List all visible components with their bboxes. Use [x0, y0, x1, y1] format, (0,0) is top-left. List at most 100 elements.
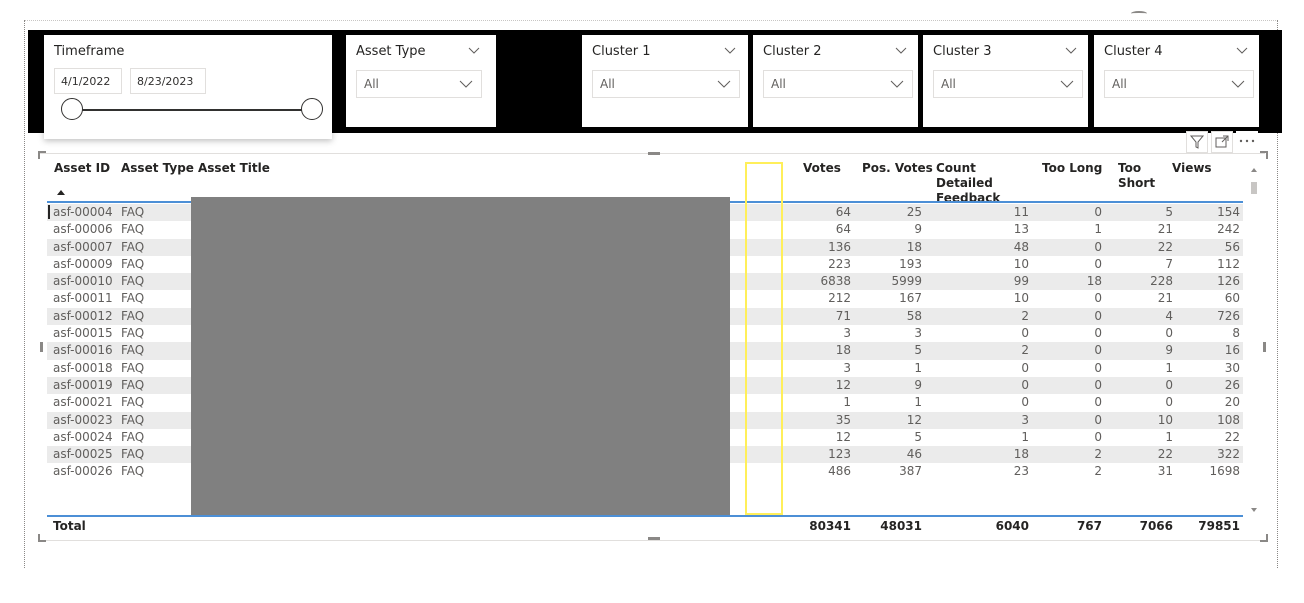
column-header-votes[interactable]: Votes	[803, 161, 841, 176]
cluster-4-slicer: Cluster 4 All	[1094, 35, 1259, 127]
asset-type-cell: FAQ	[121, 395, 145, 410]
too-short-cell: 1	[1165, 360, 1173, 375]
votes-cell: 18	[835, 343, 851, 358]
asset-type-cell: FAQ	[121, 308, 145, 323]
column-header-count-detailed-feedback[interactable]: Count Detailed Feedback	[936, 161, 1036, 206]
too-short-cell: 1	[1165, 429, 1173, 444]
cluster-2-dropdown[interactable]: All	[763, 70, 913, 98]
count-detailed-feedback-cell: 2	[1021, 343, 1029, 358]
chevron-down-icon[interactable]	[1236, 45, 1248, 55]
pos-votes-cell: 1	[914, 360, 922, 375]
resize-corner[interactable]	[38, 151, 46, 159]
resize-corner[interactable]	[38, 534, 46, 542]
resize-handle-top[interactable]	[648, 152, 660, 155]
too-long-cell: 0	[1094, 205, 1102, 219]
column-header-pos-votes[interactable]: Pos. Votes	[862, 161, 933, 176]
votes-cell: 223	[828, 256, 851, 271]
cluster-3-dropdown[interactable]: All	[933, 70, 1083, 98]
timeframe-slicer: Timeframe 4/1/2022 8/23/2023	[44, 35, 332, 139]
count-detailed-feedback-cell: 11	[1013, 205, 1029, 219]
too-long-cell: 0	[1094, 343, 1102, 358]
resize-handle-bottom[interactable]	[648, 537, 660, 540]
views-cell: 1698	[1209, 464, 1240, 479]
scroll-down-icon[interactable]	[1251, 508, 1257, 512]
asset-type-cell: FAQ	[121, 256, 145, 271]
cluster-4-dropdown[interactable]: All	[1104, 70, 1254, 98]
start-date-input[interactable]: 4/1/2022	[54, 68, 122, 94]
asset-type-cell: FAQ	[121, 412, 145, 427]
too-short-cell: 22	[1157, 239, 1173, 254]
column-header-too-short[interactable]: Too Short	[1118, 161, 1155, 191]
resize-handle-left[interactable]	[40, 342, 43, 352]
asset-type-cell: FAQ	[121, 274, 145, 289]
asset-type-slicer: Asset Type All	[346, 35, 496, 127]
pos-votes-cell: 5	[914, 343, 922, 358]
column-header-views[interactable]: Views	[1172, 161, 1212, 176]
total-pos-votes: 48031	[880, 519, 922, 533]
too-long-cell: 0	[1094, 291, 1102, 306]
count-detailed-feedback-cell: 10	[1013, 256, 1029, 271]
column-header-asset-type[interactable]: Asset Type	[121, 161, 194, 176]
timeframe-title: Timeframe	[54, 44, 125, 59]
views-cell: 108	[1217, 412, 1240, 427]
column-header-too-long[interactable]: Too Long	[1042, 161, 1102, 176]
count-detailed-feedback-cell: 2	[1021, 308, 1029, 323]
count-detailed-feedback-cell: 1	[1021, 429, 1029, 444]
votes-cell: 3	[843, 326, 851, 341]
resize-corner[interactable]	[1260, 151, 1268, 159]
votes-cell: 71	[835, 308, 851, 323]
asset-type-cell: FAQ	[121, 291, 145, 306]
slider-end-handle[interactable]	[301, 98, 323, 120]
views-cell: 56	[1224, 239, 1240, 254]
count-detailed-feedback-cell: 0	[1021, 326, 1029, 341]
slider-start-handle[interactable]	[61, 98, 83, 120]
count-detailed-feedback-cell: 0	[1021, 360, 1029, 375]
start-date-value: 4/1/2022	[61, 75, 111, 88]
views-cell: 112	[1217, 256, 1240, 271]
asset-id-cell: asf-00015	[53, 326, 113, 341]
scroll-thumb[interactable]	[1251, 182, 1257, 194]
pos-votes-cell: 387	[899, 464, 922, 479]
views-cell: 16	[1224, 343, 1240, 358]
highlight-box	[745, 162, 783, 515]
votes-cell: 12	[835, 377, 851, 392]
count-detailed-feedback-cell: 48	[1013, 239, 1029, 254]
table-scrollbar[interactable]	[1248, 164, 1260, 526]
focus-mode-icon[interactable]	[1211, 131, 1233, 153]
too-long-cell: 0	[1094, 377, 1102, 392]
asset-type-dropdown[interactable]: All	[356, 70, 482, 98]
scroll-up-icon[interactable]	[1251, 168, 1257, 172]
more-options-icon[interactable]	[1236, 131, 1258, 153]
asset-id-cell: asf-00006	[53, 222, 113, 237]
timeframe-slider-track[interactable]	[72, 109, 312, 111]
cluster-2-title: Cluster 2	[763, 44, 822, 59]
cluster-1-dropdown[interactable]: All	[592, 70, 740, 98]
cluster-3-value: All	[941, 77, 956, 91]
pos-votes-cell: 9	[914, 222, 922, 237]
votes-cell: 136	[828, 239, 851, 254]
column-header-asset-id[interactable]: Asset ID	[54, 161, 110, 176]
asset-id-cell: asf-00019	[53, 377, 113, 392]
count-detailed-feedback-cell: 13	[1013, 222, 1029, 237]
views-cell: 242	[1217, 222, 1240, 237]
views-cell: 126	[1217, 274, 1240, 289]
total-views: 79851	[1198, 519, 1240, 533]
filter-icon[interactable]	[1186, 131, 1208, 153]
chevron-down-icon[interactable]	[724, 45, 736, 55]
too-short-cell: 5	[1165, 205, 1173, 219]
chevron-down-icon[interactable]	[468, 45, 480, 55]
resize-handle-right[interactable]	[1263, 342, 1266, 352]
too-long-cell: 0	[1094, 429, 1102, 444]
cluster-1-value: All	[600, 77, 615, 91]
asset-id-cell: asf-00012	[53, 308, 113, 323]
resize-corner[interactable]	[1260, 534, 1268, 542]
votes-cell: 486	[828, 464, 851, 479]
end-date-input[interactable]: 8/23/2023	[130, 68, 206, 94]
chevron-down-icon[interactable]	[1065, 45, 1077, 55]
chevron-down-icon[interactable]	[895, 45, 907, 55]
asset-type-cell: FAQ	[121, 326, 145, 341]
column-header-asset-title[interactable]: Asset Title	[198, 161, 270, 176]
asset-type-cell: FAQ	[121, 343, 145, 358]
pos-votes-cell: 12	[906, 412, 922, 427]
count-detailed-feedback-cell: 18	[1013, 447, 1029, 462]
